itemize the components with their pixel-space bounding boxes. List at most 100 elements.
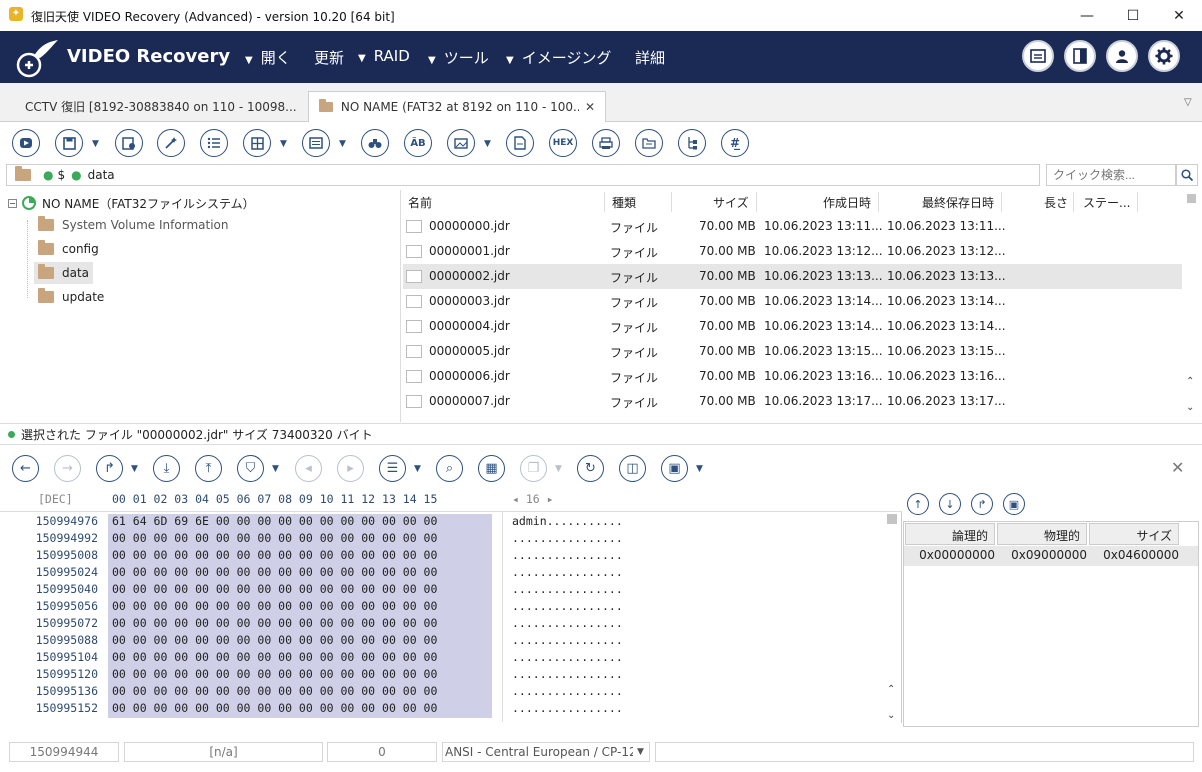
table-row[interactable]: 00000001.jdr ファイル 70.00 MB 10.06.2023 13:12…: [403, 239, 1182, 264]
map-column-logical[interactable]: 論理的: [905, 523, 995, 545]
hex-ascii[interactable]: ................: [512, 599, 623, 616]
file-list-scrollbar[interactable]: ⌃ ⌄: [1183, 190, 1200, 422]
ab-button[interactable]: ÃB: [404, 129, 432, 157]
table-row[interactable]: 00000000.jdr ファイル 70.00 MB 10.06.2023 13:11…: [403, 214, 1182, 239]
grid-button[interactable]: [243, 129, 271, 157]
view-dropdown-icon[interactable]: ▼: [339, 139, 346, 149]
map-down-button[interactable]: ↓: [939, 493, 961, 515]
hex-list-button[interactable]: ☰: [379, 455, 406, 482]
menu-raid[interactable]: ▼ RAID: [358, 47, 410, 65]
path-folder[interactable]: data: [88, 168, 115, 182]
tree-root[interactable]: − NO NAME（FAT32ファイルシステム）: [8, 192, 255, 214]
hex-bytes[interactable]: 00 00 00 00 00 00 00 00 00 00 00 00 00 0…: [108, 633, 492, 650]
hex-ascii[interactable]: ................: [512, 616, 623, 633]
map-save-button[interactable]: ▣: [1003, 493, 1025, 515]
hex-bytes[interactable]: 00 00 00 00 00 00 00 00 00 00 00 00 00 0…: [108, 531, 492, 548]
encoding-select[interactable]: ANSI - Central European / CP-12 ▼: [442, 742, 650, 762]
hex-bytes[interactable]: 61 64 6D 69 6E 00 00 00 00 00 00 00 00 0…: [108, 514, 492, 531]
map-jump-button[interactable]: ↱: [971, 493, 993, 515]
grid-dropdown-icon[interactable]: ▼: [280, 139, 287, 149]
hex-view[interactable]: 150994976 61 64 6D 69 6E 00 00 00 00 00 0…: [0, 511, 902, 723]
hex-ascii[interactable]: ................: [512, 548, 623, 565]
tab-close-icon[interactable]: ✕: [585, 100, 595, 114]
list-button[interactable]: [200, 129, 228, 157]
image-dropdown-icon[interactable]: ▼: [484, 139, 491, 149]
tree-item-system-volume-information[interactable]: System Volume Information: [38, 214, 228, 236]
hex-button[interactable]: HEX: [549, 129, 577, 157]
save-button[interactable]: [55, 129, 83, 157]
path-root[interactable]: $: [57, 168, 65, 182]
menu-update[interactable]: 更新: [314, 47, 344, 68]
hex-ascii[interactable]: ................: [512, 684, 623, 701]
path-bar[interactable]: ● $ ● data: [6, 164, 1040, 186]
find-button[interactable]: [361, 129, 389, 157]
save-special-button[interactable]: [115, 129, 143, 157]
search-icon[interactable]: [1176, 164, 1198, 186]
hex-grid-button[interactable]: ▦: [478, 455, 505, 482]
close-button[interactable]: ✕: [1156, 0, 1202, 31]
hex-save-button[interactable]: ▣: [661, 455, 688, 482]
hex-ascii[interactable]: ................: [512, 633, 623, 650]
tab-no-name[interactable]: NO NAME (FAT32 at 8192 on 110 - 100... ✕: [308, 91, 606, 122]
bookmark-dropdown-icon[interactable]: ▼: [272, 464, 279, 474]
print-button[interactable]: [592, 129, 620, 157]
split-button[interactable]: ◫: [619, 455, 646, 482]
minimize-button[interactable]: —: [1064, 0, 1110, 31]
goto-end-button[interactable]: ⤓: [153, 455, 180, 482]
user-icon[interactable]: [1106, 40, 1138, 72]
copy-dropdown-icon[interactable]: ▼: [555, 464, 562, 474]
next-bookmark-button[interactable]: ▸: [337, 455, 364, 482]
hex-ascii[interactable]: admin...........: [512, 514, 623, 531]
maximize-button[interactable]: ☐: [1110, 0, 1156, 31]
hex-bytes[interactable]: 00 00 00 00 00 00 00 00 00 00 00 00 00 0…: [108, 616, 492, 633]
hex-bytes[interactable]: 00 00 00 00 00 00 00 00 00 00 00 00 00 0…: [108, 684, 492, 701]
hex-bytes[interactable]: 00 00 00 00 00 00 00 00 00 00 00 00 00 0…: [108, 582, 492, 599]
jump-dropdown-icon[interactable]: ▼: [131, 464, 138, 474]
map-up-button[interactable]: ↑: [907, 493, 929, 515]
radix-label[interactable]: [DEC]: [38, 492, 73, 506]
wand-button[interactable]: [157, 129, 185, 157]
bookmark-button[interactable]: ⛉: [237, 455, 264, 482]
menu-open[interactable]: ▼ 開く: [245, 47, 291, 68]
table-row[interactable]: 00000006.jdr ファイル 70.00 MB 10.06.2023 13:16…: [403, 364, 1182, 389]
play-button[interactable]: [12, 129, 40, 157]
save-dropdown-icon[interactable]: ▼: [92, 139, 99, 149]
quick-search-input[interactable]: [1046, 164, 1176, 186]
refresh-button[interactable]: ↻: [577, 455, 604, 482]
table-row[interactable]: 00000005.jdr ファイル 70.00 MB 10.06.2023 13:15…: [403, 339, 1182, 364]
jump-button[interactable]: ↱: [96, 455, 123, 482]
hex-page-nav[interactable]: ◂ 16 ▸: [512, 492, 554, 506]
image-button[interactable]: [447, 129, 475, 157]
menu-details[interactable]: 詳細: [635, 47, 665, 68]
hex-ascii[interactable]: ................: [512, 650, 623, 667]
hex-search-button[interactable]: ⌕: [436, 455, 463, 482]
menu-tools[interactable]: ▼ ツール: [428, 47, 489, 68]
hex-ascii[interactable]: ................: [512, 701, 623, 718]
table-row[interactable]: 00000003.jdr ファイル 70.00 MB 10.06.2023 13:14…: [403, 289, 1182, 314]
view-button[interactable]: [302, 129, 330, 157]
hex-close-icon[interactable]: ✕: [1171, 458, 1184, 477]
map-column-physical[interactable]: 物理的: [997, 523, 1087, 545]
hex-bytes[interactable]: 00 00 00 00 00 00 00 00 00 00 00 00 00 0…: [108, 701, 492, 718]
hex-ascii[interactable]: ................: [512, 531, 623, 548]
hex-ascii[interactable]: ................: [512, 565, 623, 582]
tab-overflow-icon[interactable]: ▽: [1184, 97, 1192, 108]
map-column-size[interactable]: サイズ: [1089, 523, 1179, 545]
forward-button[interactable]: →: [54, 455, 81, 482]
hex-bytes[interactable]: 00 00 00 00 00 00 00 00 00 00 00 00 00 0…: [108, 599, 492, 616]
hex-ascii[interactable]: ................: [512, 582, 623, 599]
menu-imaging[interactable]: ▼ イメージング: [506, 47, 611, 68]
panel-icon[interactable]: [1022, 40, 1054, 72]
goto-start-button[interactable]: ⤒: [195, 455, 222, 482]
copy-button[interactable]: ❐: [520, 455, 547, 482]
hex-bytes[interactable]: 00 00 00 00 00 00 00 00 00 00 00 00 00 0…: [108, 650, 492, 667]
table-row[interactable]: 00000004.jdr ファイル 70.00 MB 10.06.2023 13:14…: [403, 314, 1182, 339]
hex-bytes[interactable]: 00 00 00 00 00 00 00 00 00 00 00 00 00 0…: [108, 667, 492, 684]
prev-bookmark-button[interactable]: ◂: [295, 455, 322, 482]
hex-scrollbar[interactable]: ⌃ ⌄: [884, 512, 900, 722]
hex-ascii[interactable]: ................: [512, 667, 623, 684]
tab-cctv-recovery[interactable]: CCTV 復旧 [8192-30883840 on 110 - 10098...: [6, 91, 306, 122]
tree-item-config[interactable]: config: [38, 238, 99, 260]
folder-open-button[interactable]: [635, 129, 663, 157]
hex-bytes[interactable]: 00 00 00 00 00 00 00 00 00 00 00 00 00 0…: [108, 548, 492, 565]
